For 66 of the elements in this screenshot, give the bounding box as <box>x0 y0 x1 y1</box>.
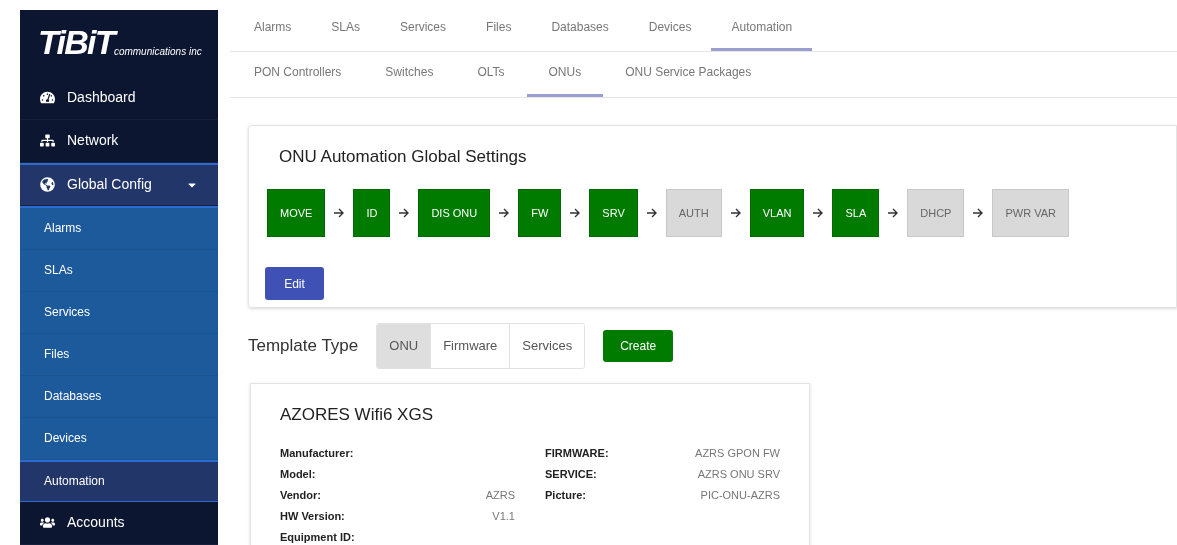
arrow-icon <box>498 208 511 219</box>
field-label: Vendor: <box>280 488 321 503</box>
submenu-item[interactable]: Devices <box>20 417 218 460</box>
automation-step[interactable]: DIS ONU <box>418 189 491 238</box>
template-title: AZORES Wifi6 XGS <box>280 403 435 426</box>
automation-step[interactable]: SRV <box>589 189 638 238</box>
tab[interactable]: Alarms <box>238 18 312 52</box>
sidebar-item[interactable]: Network <box>20 119 218 163</box>
tab[interactable]: Devices <box>628 18 712 52</box>
field-value: AZRS ONU SRV <box>697 467 780 482</box>
arrow-icon <box>333 208 346 219</box>
toggle-option[interactable]: ONU <box>377 323 431 368</box>
arrow-icon <box>812 208 825 219</box>
template-type-label: Template Type <box>248 334 359 357</box>
field-label: Model: <box>280 467 316 482</box>
subtab[interactable]: ONU Service Packages <box>603 62 774 97</box>
sidebar-item[interactable]: Global Config <box>20 162 218 206</box>
edit-button[interactable]: Edit <box>265 267 324 301</box>
automation-step[interactable]: MOVE <box>267 189 326 238</box>
submenu-item[interactable]: SLAs <box>20 249 218 292</box>
submenu-item[interactable]: Automation <box>20 459 218 502</box>
arrow-icon <box>569 208 582 219</box>
gauge-icon <box>40 90 55 106</box>
card-title: ONU Automation Global Settings <box>279 145 528 168</box>
submenu-item[interactable]: Services <box>20 291 218 334</box>
automation-step[interactable]: VLAN <box>749 189 805 238</box>
field-value: V1.1 <box>492 509 515 524</box>
automation-step[interactable]: AUTH <box>665 189 722 238</box>
field-label: Picture: <box>545 488 586 503</box>
field-label: Manufacturer: <box>280 446 354 461</box>
subtab[interactable]: Switches <box>363 62 456 97</box>
arrow-icon <box>729 208 742 219</box>
subtab[interactable]: PON Controllers <box>234 62 364 97</box>
automation-step[interactable]: SLA <box>832 189 880 238</box>
subtab[interactable]: ONUs <box>526 62 604 97</box>
field-label: HW Version: <box>280 509 345 524</box>
field-label: FIRMWARE: <box>545 446 609 461</box>
automation-step[interactable]: ID <box>353 189 391 238</box>
network-icon <box>40 133 55 149</box>
tab[interactable]: Automation <box>711 18 813 52</box>
arrow-icon <box>887 208 900 219</box>
automation-step[interactable]: PWR VAR <box>992 189 1069 238</box>
arrow-icon <box>645 208 658 219</box>
field-value: PIC-ONU-AZRS <box>700 488 780 503</box>
subtab[interactable]: OLTs <box>455 62 527 97</box>
tab[interactable]: Databases <box>531 18 629 52</box>
automation-step[interactable]: DHCP <box>907 189 965 238</box>
field-value: AZRS <box>485 488 515 503</box>
submenu-item[interactable]: Alarms <box>20 207 218 250</box>
submenu-item[interactable]: Files <box>20 333 218 376</box>
submenu-item[interactable]: Databases <box>20 375 218 418</box>
toggle-option[interactable]: Services <box>509 323 585 368</box>
create-button[interactable]: Create <box>603 329 674 362</box>
tab[interactable]: Services <box>380 18 467 52</box>
arrow-icon <box>972 208 985 219</box>
field-label: Equipment ID: <box>280 530 355 545</box>
users-icon <box>40 515 55 531</box>
field-label: SERVICE: <box>545 467 597 482</box>
globe-icon <box>40 177 55 193</box>
tab[interactable]: SLAs <box>311 18 381 52</box>
automation-step[interactable]: FW <box>518 189 562 238</box>
sidebar-item[interactable]: Accounts <box>20 501 218 545</box>
field-value: AZRS GPON FW <box>695 446 780 461</box>
tab[interactable]: Files <box>466 18 532 52</box>
sidebar-item[interactable]: Dashboard <box>20 76 218 120</box>
arrow-icon <box>398 208 411 219</box>
